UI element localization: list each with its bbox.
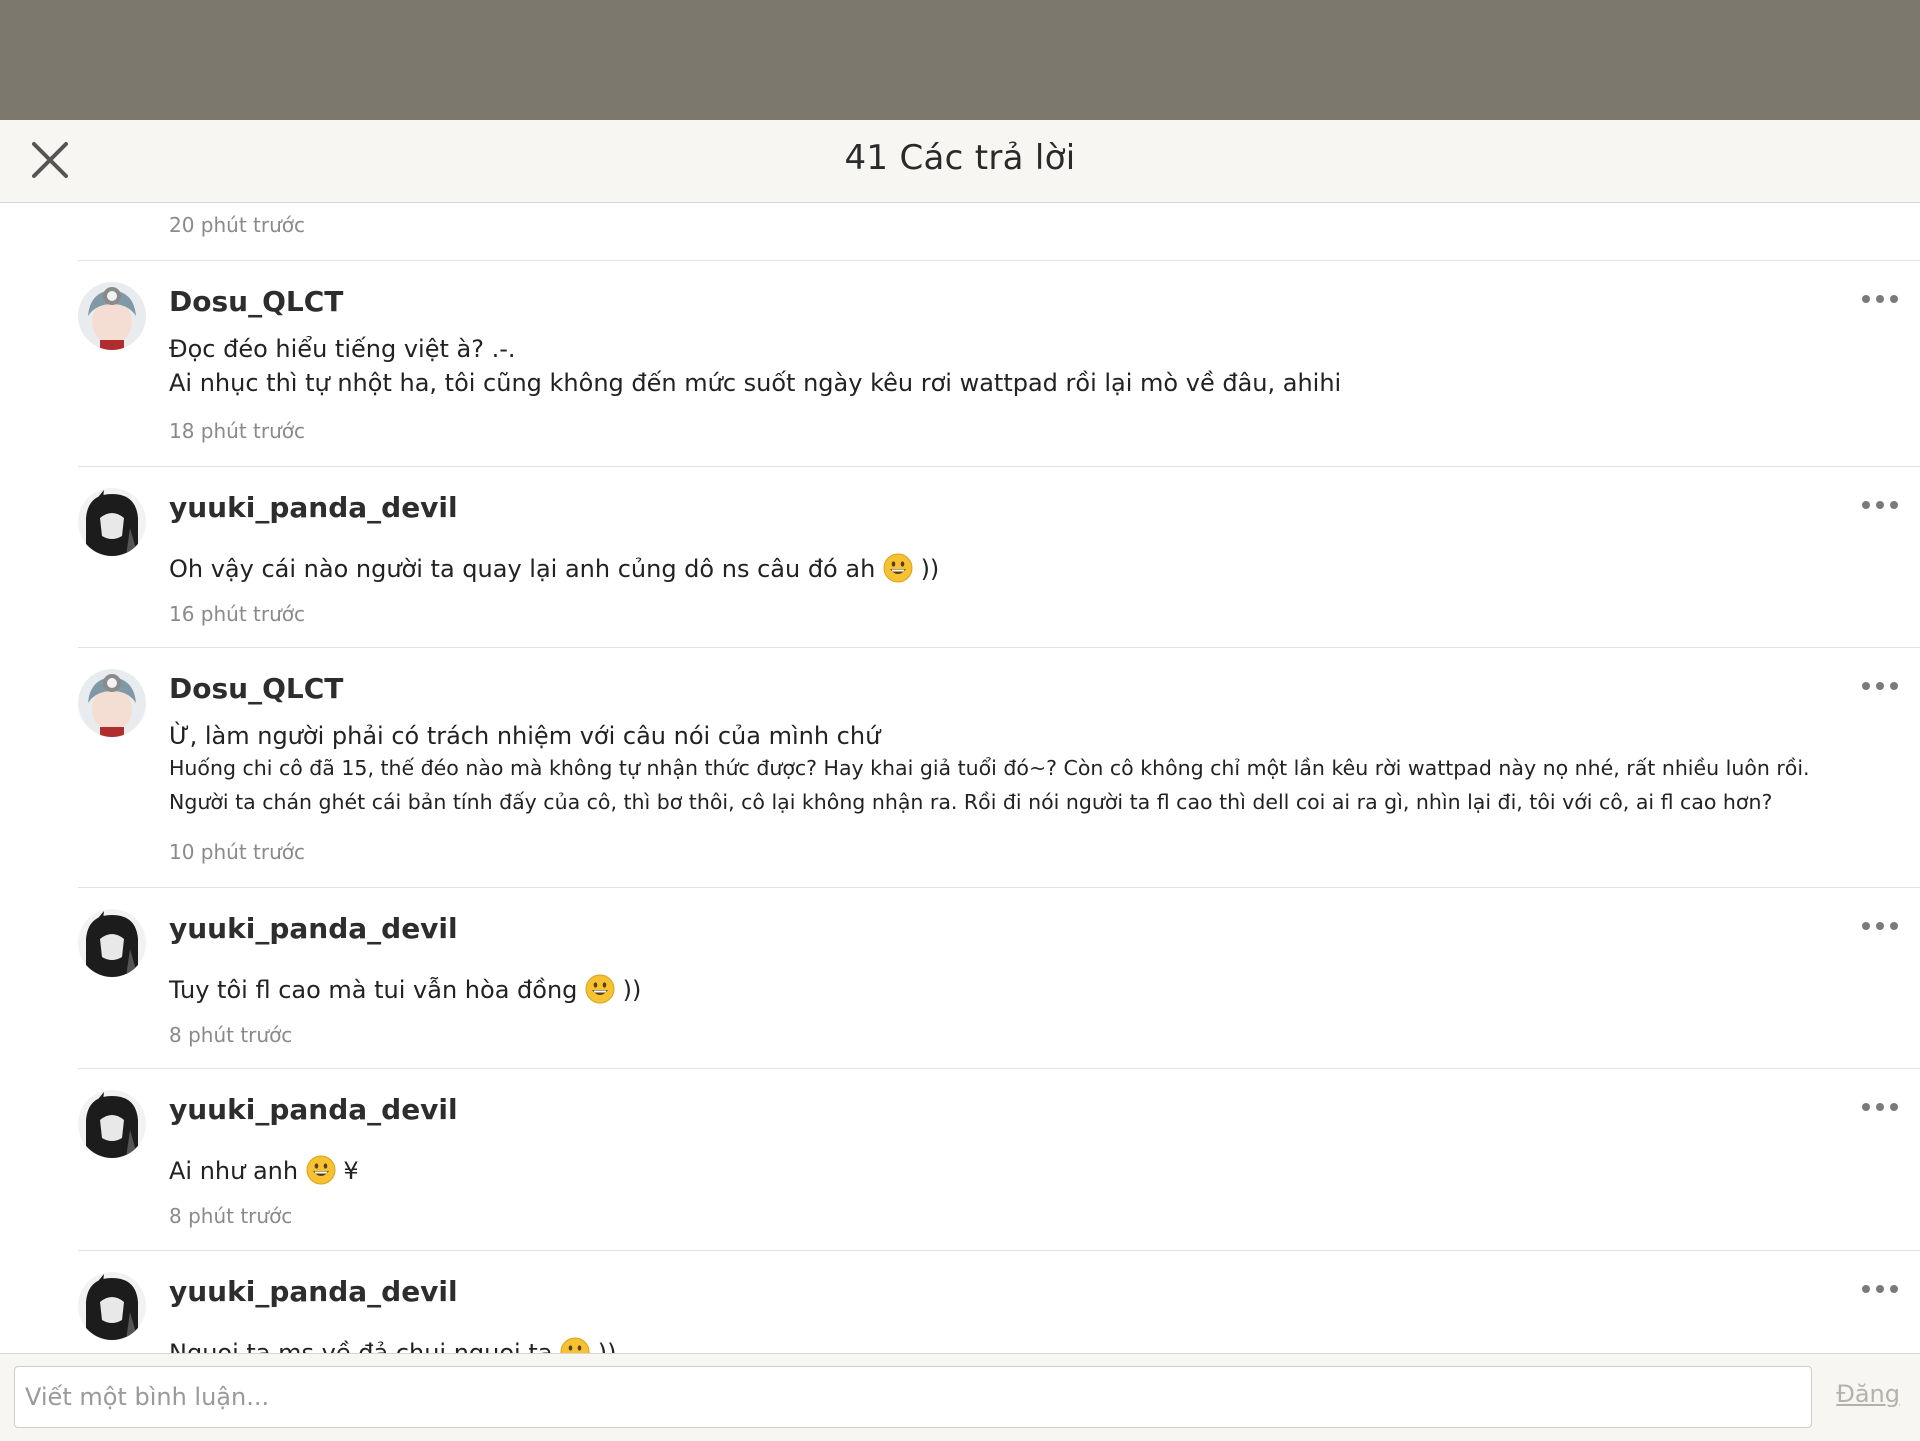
- more-options-button[interactable]: [1860, 1097, 1900, 1117]
- avatar[interactable]: [78, 909, 146, 977]
- more-options-icon: [1862, 501, 1898, 509]
- replies-header: 41 Các trả lời: [0, 120, 1920, 203]
- comment-username[interactable]: Dosu_QLCT: [169, 672, 343, 705]
- more-options-button[interactable]: [1860, 676, 1900, 696]
- more-options-icon: [1862, 682, 1898, 690]
- comment-text: Người ta chán ghét cái bản tính đấy của …: [169, 790, 1773, 814]
- avatar-dosu-icon: [78, 282, 146, 350]
- page-title: 41 Các trả lời: [844, 138, 1076, 178]
- comment-username[interactable]: yuuki_panda_devil: [169, 912, 458, 945]
- avatar-yuuki-icon: [78, 1090, 146, 1158]
- comment-username[interactable]: yuuki_panda_devil: [169, 1093, 458, 1126]
- comment-text-content: Tuy tôi fl cao mà tui vẫn hòa đồng: [169, 976, 578, 1004]
- comment-text: Ai nhục thì tự nhột ha, tôi cũng không đ…: [169, 369, 1342, 397]
- avatar-yuuki-icon: [78, 488, 146, 556]
- replies-list[interactable]: 20 phút trước Dosu_QLCT Đọc đéo hiểu tiế…: [0, 203, 1920, 1353]
- more-options-button[interactable]: [1860, 916, 1900, 936]
- comment-text: Oh vậy cái nào người ta quay lại anh củn…: [169, 553, 939, 583]
- comment-timestamp: 16 phút trước: [169, 602, 306, 626]
- comment-composer: Đăng: [0, 1353, 1920, 1441]
- comment-text: Huống chi cô đã 15, thế đéo nào mà không…: [169, 756, 1810, 780]
- comment-input-wrapper[interactable]: [14, 1366, 1812, 1428]
- comment-username[interactable]: Dosu_QLCT: [169, 285, 343, 318]
- avatar[interactable]: [78, 282, 146, 350]
- more-options-button[interactable]: [1860, 289, 1900, 309]
- comment-text-content: Oh vậy cái nào người ta quay lại anh củn…: [169, 555, 876, 583]
- avatar[interactable]: [78, 1090, 146, 1158]
- comment-item: yuuki_panda_devil Ai như anh ¥ 8 phút tr…: [78, 1068, 1920, 1251]
- avatar-yuuki-icon: [78, 1272, 146, 1340]
- grinning-face-emoji-icon: [585, 974, 615, 1004]
- more-options-button[interactable]: [1860, 1279, 1900, 1299]
- more-options-button[interactable]: [1860, 495, 1900, 515]
- comment-timestamp: 8 phút trước: [169, 1204, 293, 1228]
- more-options-icon: [1862, 1103, 1898, 1111]
- comment-text-suffix: )): [920, 555, 940, 583]
- more-options-icon: [1862, 922, 1898, 930]
- comment-text-content: Ai như anh: [169, 1157, 299, 1185]
- more-options-icon: [1862, 295, 1898, 303]
- avatar[interactable]: [78, 1272, 146, 1340]
- grinning-face-emoji-icon: [306, 1155, 336, 1185]
- comment-timestamp: 8 phút trước: [169, 1023, 293, 1047]
- comment-item: yuuki_panda_devil Tuy tôi fl cao mà tui …: [78, 887, 1920, 1069]
- comment-text: Tuy tôi fl cao mà tui vẫn hòa đồng )): [169, 974, 641, 1004]
- more-options-icon: [1862, 1285, 1898, 1293]
- dimmed-backdrop[interactable]: [0, 0, 1920, 120]
- comment-username[interactable]: yuuki_panda_devil: [169, 1275, 458, 1308]
- grinning-face-emoji-icon: [883, 553, 913, 583]
- avatar-dosu-icon: [78, 669, 146, 737]
- comment-text: Nguoi ta ms về đả chui nguoi ta )): [169, 1337, 617, 1353]
- comment-timestamp: 18 phút trước: [169, 419, 306, 443]
- comment-text: Ai như anh ¥: [169, 1155, 359, 1185]
- comment-text: Đọc đéo hiểu tiếng việt à? .-.: [169, 335, 516, 363]
- comment-item: yuuki_panda_devil Nguoi ta ms về đả chui…: [78, 1250, 1920, 1353]
- comment-text-suffix: ¥: [343, 1157, 359, 1185]
- comment-text-suffix: )): [622, 976, 642, 1004]
- avatar-yuuki-icon: [78, 909, 146, 977]
- post-button[interactable]: Đăng: [1836, 1380, 1900, 1408]
- grinning-face-emoji-icon: [560, 1337, 590, 1353]
- avatar[interactable]: [78, 488, 146, 556]
- comment-item: Dosu_QLCT Đọc đéo hiểu tiếng việt à? .-.…: [78, 260, 1920, 467]
- avatar[interactable]: [78, 669, 146, 737]
- comment-username[interactable]: yuuki_panda_devil: [169, 491, 458, 524]
- comment-item: yuuki_panda_devil Oh vậy cái nào người t…: [78, 466, 1920, 648]
- comment-timestamp: 20 phút trước: [169, 213, 306, 237]
- comment-text-content: Nguoi ta ms về đả chui nguoi ta: [169, 1339, 553, 1353]
- comment-timestamp: 10 phút trước: [169, 840, 306, 864]
- comment-input[interactable]: [15, 1367, 1811, 1427]
- comment-item: Dosu_QLCT Ừ, làm người phải có trách nhi…: [78, 647, 1920, 888]
- comment-text-suffix: )): [597, 1339, 617, 1353]
- comment-text: Ừ, làm người phải có trách nhiệm với câu…: [169, 722, 881, 750]
